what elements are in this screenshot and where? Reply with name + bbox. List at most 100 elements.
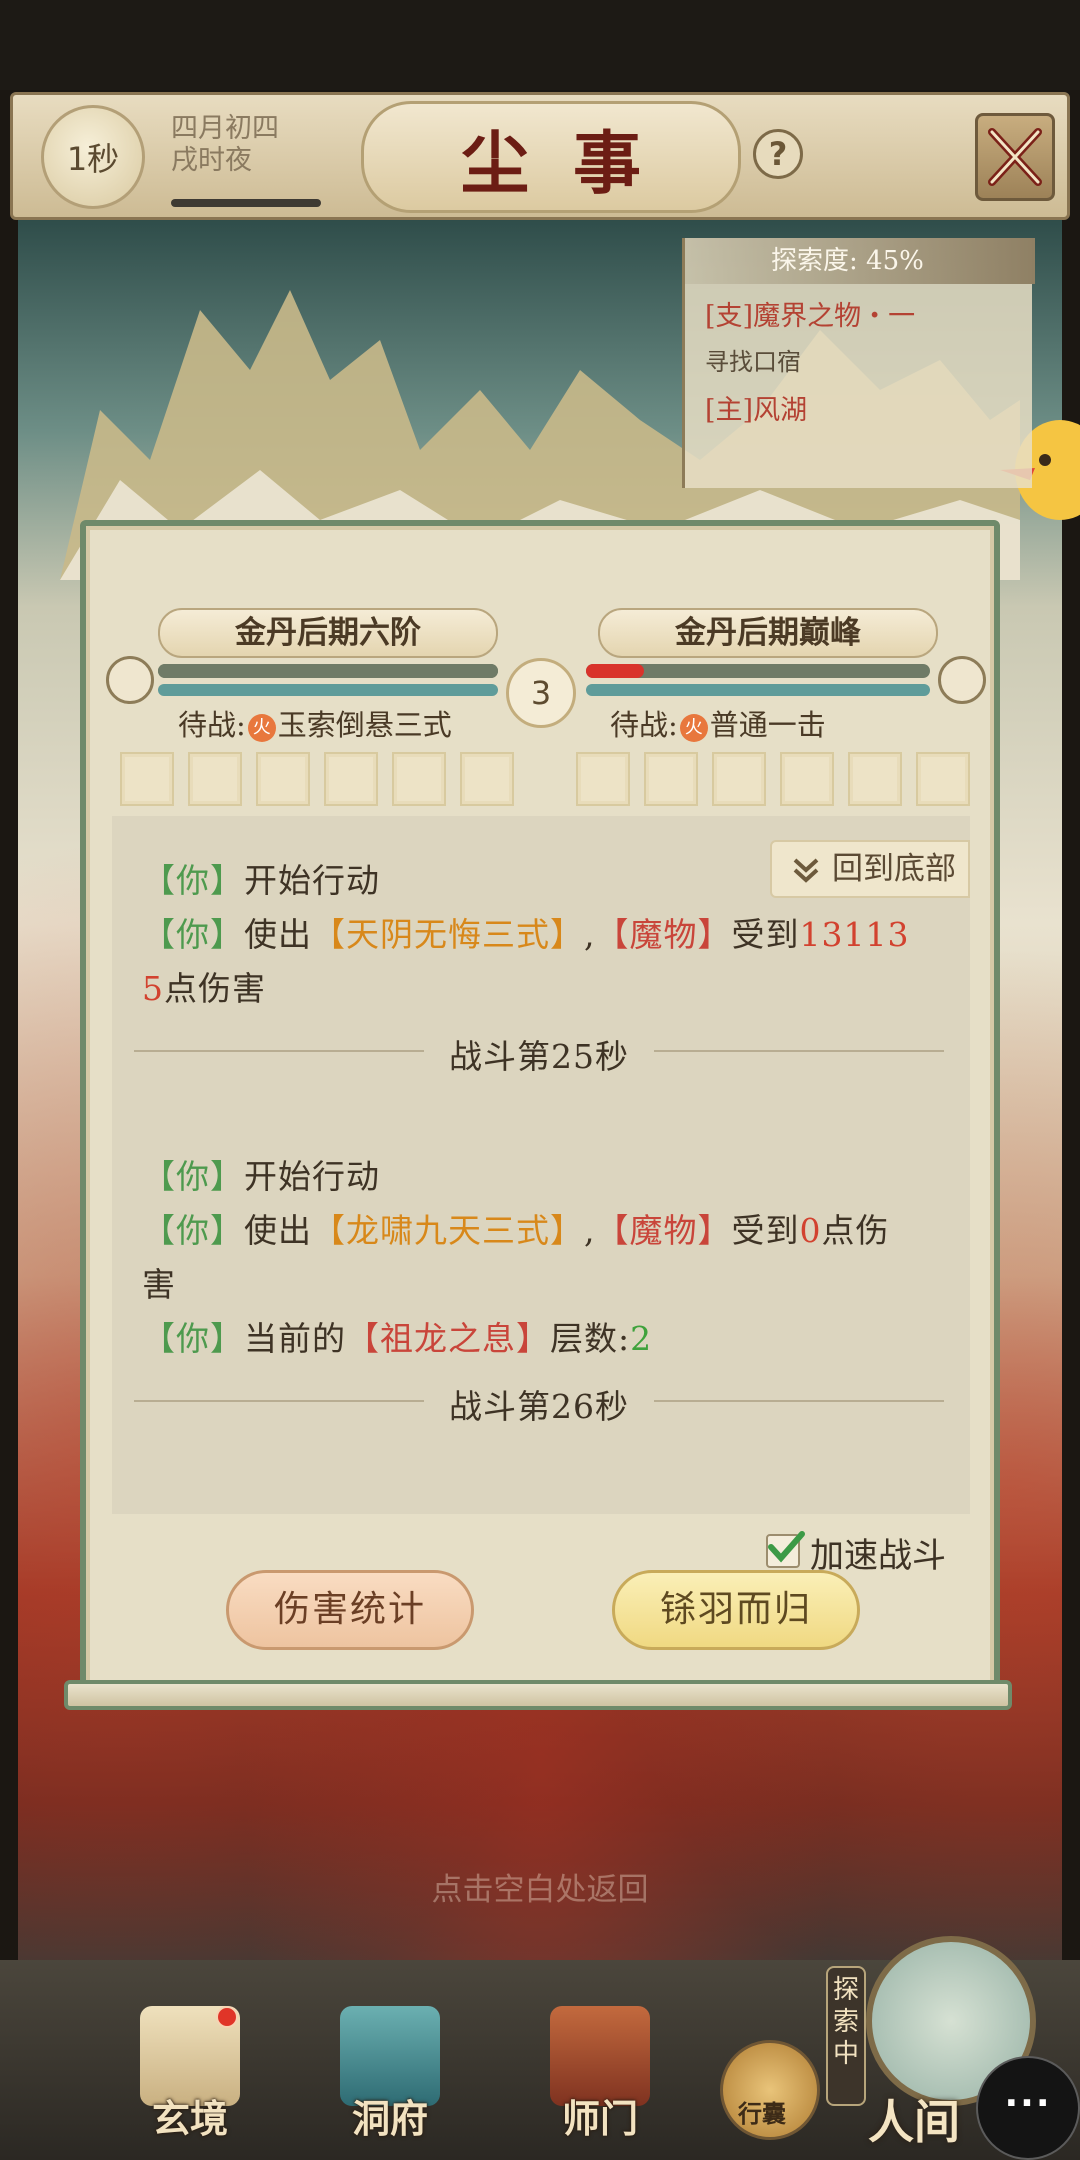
enemy-skill-slot[interactable] [780,752,834,806]
exploration-progress: 探索度: 45% [685,238,1035,284]
log-skill: 【天阴无悔三式】 [312,915,584,954]
retreat-button[interactable]: 铩羽而归 [612,1570,860,1650]
log-text: 受到 [731,915,800,954]
player-skill-slot[interactable] [460,752,514,806]
player-skill-slot[interactable] [188,752,242,806]
enemy-skill-slot[interactable] [712,752,766,806]
close-icon [988,128,1042,186]
enemy-hp-bar [586,664,930,678]
damage-stats-button[interactable]: 伤害统计 [226,1570,474,1650]
player-wait-skill: 玉索倒悬三式 [277,708,452,742]
log-target: 【魔物】 [595,915,732,954]
back-to-bottom-label: 回到底部 [832,851,956,887]
player-skill-slot[interactable] [256,752,310,806]
log-actor: 【你】 [142,861,244,900]
log-line: 【你】使出【龙啸九天三式】,【魔物】受到0点伤 [142,1204,890,1252]
player-skill-slot[interactable] [120,752,174,806]
log-text: 使出 [244,915,312,954]
log-text: 层数: [550,1319,631,1358]
enemy-mp-bar [586,684,930,696]
nav-dongfu[interactable]: 洞府 [320,1960,460,2160]
log-text: 受到 [731,1211,800,1250]
scroll-bottom-rail [64,1680,1012,1710]
log-line: 【你】开始行动 [142,1150,380,1198]
quest-tracker-panel[interactable]: 探索度: 45% [支]魔界之物・一 寻找口宿 [主]风湖 [682,238,1035,488]
checkmark-icon [768,1531,805,1563]
nav-shimen[interactable]: 师门 [530,1960,670,2160]
player-hp-bar [158,664,498,678]
log-count: 2 [630,1319,653,1358]
player-mp-bar [158,684,498,696]
enemy-wait-status: 待战: 火普通一击 [610,702,826,744]
log-text: 点伤害 [164,969,266,1008]
log-line: 【你】开始行动 [142,854,380,902]
log-target: 【魔物】 [595,1211,732,1250]
log-text: 开始行动 [244,1157,380,1196]
double-chevron-down-icon [793,858,819,883]
notification-dot [216,2006,238,2028]
time-progress-bar [171,199,321,207]
log-line: 害 [142,1258,176,1306]
lunar-date: 四月初四 戌时夜 [171,113,279,177]
close-button[interactable] [975,113,1055,201]
log-line: 【你】使出【天阴无悔三式】,【魔物】受到13113 [142,908,909,956]
timer-badge: 1秒 [41,105,145,209]
nav-xuanjing[interactable]: 玄境 [120,1960,260,2160]
log-buff: 【祖龙之息】 [346,1319,550,1358]
player-wait-status: 待战: 火玉索倒悬三式 [178,702,452,744]
log-line: 【你】当前的【祖龙之息】层数:2 [142,1312,652,1360]
log-text: 使出 [244,1211,312,1250]
enemy-skill-slot[interactable] [916,752,970,806]
time-separator: 战斗第26秒 [134,1380,944,1428]
speed-up-toggle[interactable]: 加速战斗 [766,1526,976,1576]
top-dark-strip [0,0,1080,90]
speed-up-checkbox[interactable] [766,1531,805,1568]
separator-label: 战斗第26秒 [424,1380,654,1428]
fire-element-icon: 火 [679,714,708,742]
help-button[interactable]: ? [753,129,803,179]
enemy-skill-slot[interactable] [644,752,698,806]
log-actor: 【你】 [142,1319,244,1358]
log-damage: 0 [799,1211,822,1250]
battle-log[interactable]: 【你】开始行动 【你】使出【天阴无悔三式】,【魔物】受到13113 5点伤害 战… [112,816,970,1514]
enemy-skill-slot[interactable] [576,752,630,806]
page-title: 尘事 [460,123,685,204]
player-avatar-icon[interactable] [106,656,154,704]
world-label: 人间 [868,2095,960,2149]
nav-label: 洞府 [351,2096,428,2141]
exploring-tag: 探索中 [826,1966,866,2106]
enemy-skill-slot[interactable] [848,752,902,806]
bag-label: 行囊 [738,2099,786,2128]
quest-item-side[interactable]: [支]魔界之物・一 [705,294,915,333]
player-rank: 金丹后期六阶 [158,608,498,658]
nav-label: 师门 [561,2096,638,2141]
more-options-button[interactable]: ··· [976,2056,1080,2160]
back-to-bottom-button[interactable]: 回到底部 [770,840,970,898]
log-text: 开始行动 [244,861,380,900]
date-line-2: 戌时夜 [171,145,252,176]
separator-label: 战斗第25秒 [424,1030,654,1078]
log-text: 当前的 [244,1319,346,1358]
player-wait-label: 待战: [178,708,246,742]
player-skill-slot[interactable] [324,752,378,806]
enemy-avatar-icon[interactable] [938,656,986,704]
top-header-bar: 1秒 四月初四 戌时夜 尘事 ? [10,92,1070,220]
date-line-1: 四月初四 [171,113,279,144]
log-actor: 【你】 [142,1157,244,1196]
log-text: 点伤 [821,1211,890,1250]
enemy-hp-fill [586,664,645,678]
log-skill: 【龙啸九天三式】 [312,1211,584,1250]
log-actor: 【你】 [142,1211,244,1250]
log-line: 5点伤害 [142,962,266,1010]
player-skill-slot[interactable] [392,752,446,806]
log-damage: 5 [142,969,164,1008]
battle-dialog: 金丹后期六阶 金丹后期巅峰 3 待战: 火玉索倒悬三式 待战: 火普通一击 【你】开… [80,520,1000,1710]
enemy-wait-skill: 普通一击 [709,708,826,742]
time-separator: 战斗第25秒 [134,1030,944,1078]
log-text: 害 [142,1265,176,1304]
tap-to-return-hint[interactable]: 点击空白处返回 [0,1864,1080,1909]
nav-label: 玄境 [151,2096,228,2141]
quest-item-main[interactable]: [主]风湖 [705,388,807,427]
player-hp-fill [158,664,498,678]
enemy-rank: 金丹后期巅峰 [598,608,938,658]
